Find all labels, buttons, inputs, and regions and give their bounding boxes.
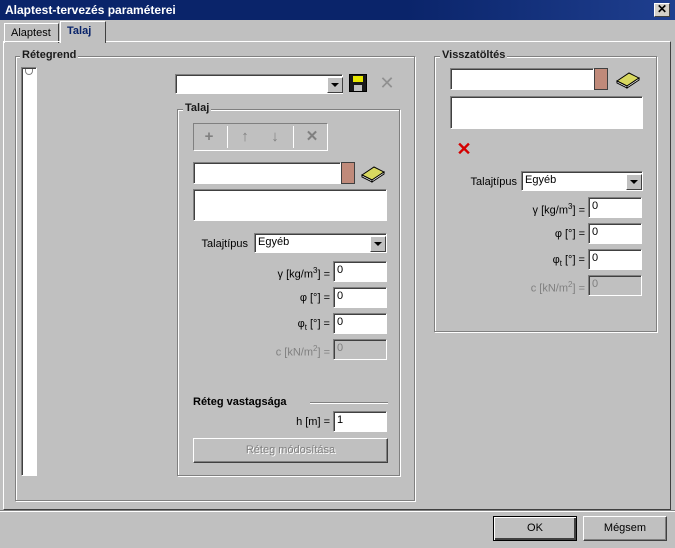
visszatoltes-tipus-select[interactable]: Egyéb [521, 171, 643, 191]
add-layer-icon[interactable]: + [198, 126, 220, 148]
window-title: Alaptest-tervezés paraméterei [5, 3, 176, 17]
visszatoltes-tipus-arrow-icon[interactable] [626, 174, 642, 190]
cancel-button[interactable]: Mégsem [583, 516, 667, 541]
visszatoltes-delete-icon[interactable]: ✕ [455, 140, 473, 158]
tab-talaj[interactable]: Talaj [60, 21, 106, 43]
talaj-phi-t-label: φt [°] = [297, 318, 330, 333]
visszatoltes-tipus-label: Talajtípus [470, 176, 517, 188]
talaj-tipus-label: Talajtípus [201, 238, 248, 250]
modify-layer-button[interactable]: Réteg módosítása [193, 438, 388, 463]
visszatoltes-phi-label: φ [°] = [554, 228, 585, 240]
visszatoltes-name-field[interactable] [450, 68, 594, 90]
tab-alaptest[interactable]: Alaptest [4, 23, 59, 43]
visszatoltes-c-input: 0 [588, 275, 642, 296]
visszatoltes-phi-t-label: φt [°] = [552, 254, 585, 269]
move-down-icon[interactable]: ↓ [264, 126, 286, 148]
talaj-c-input: 0 [333, 339, 387, 360]
talaj-tipus-select[interactable]: Egyéb [254, 233, 387, 253]
save-icon[interactable] [349, 74, 367, 92]
visszatoltes-book-icon[interactable] [615, 67, 641, 89]
visszatoltes-group-label: Visszatöltés [440, 49, 508, 61]
talaj-phi-t-input[interactable]: 0 [333, 313, 387, 334]
close-button[interactable]: ✕ [654, 3, 670, 17]
ok-button[interactable]: OK [493, 516, 577, 541]
toolbar-separator [293, 126, 294, 148]
visszatoltes-c-label: c [kN/m2] = [530, 280, 585, 295]
talaj-color-swatch[interactable] [341, 162, 355, 184]
talaj-description-field[interactable] [193, 189, 387, 221]
footer-separator [0, 510, 675, 512]
layer-combo[interactable] [175, 74, 343, 94]
toolbar-separator [227, 126, 228, 148]
retegrend-group-label: Rétegrend [20, 49, 79, 61]
talaj-phi-label: φ [°] = [299, 292, 330, 304]
h-label: h [m] = [296, 416, 330, 428]
visszatoltes-phi-t-input[interactable]: 0 [588, 249, 642, 270]
talaj-gamma-label: γ [kg/m3] = [277, 266, 330, 281]
h-input[interactable]: 1 [333, 411, 387, 432]
talaj-tipus-arrow-icon[interactable] [370, 236, 386, 252]
layer-combo-arrow-icon[interactable] [327, 77, 343, 93]
talaj-gamma-input[interactable]: 0 [333, 261, 387, 282]
visszatoltes-phi-input[interactable]: 0 [588, 223, 642, 244]
talaj-c-label: c [kN/m2] = [275, 344, 330, 359]
visszatoltes-description-field[interactable] [450, 96, 643, 129]
visszatoltes-gamma-label: γ [kg/m3] = [532, 202, 585, 217]
reteg-separator [310, 402, 388, 404]
move-up-icon[interactable]: ↑ [234, 126, 256, 148]
talaj-phi-input[interactable]: 0 [333, 287, 387, 308]
visszatoltes-color-swatch[interactable] [594, 68, 608, 90]
talaj-group-label: Talaj [183, 102, 212, 114]
reteg-vastagsag-label: Réteg vastagsága [193, 396, 287, 408]
visszatoltes-gamma-input[interactable]: 0 [588, 197, 642, 218]
layer-list-marker-icon [25, 69, 33, 75]
talaj-name-field[interactable] [193, 162, 341, 184]
talaj-book-icon[interactable] [360, 161, 386, 183]
delete-layer-icon[interactable]: ✕ [378, 73, 396, 93]
remove-layer-icon[interactable]: ✕ [301, 126, 323, 148]
layer-list[interactable] [21, 67, 37, 476]
